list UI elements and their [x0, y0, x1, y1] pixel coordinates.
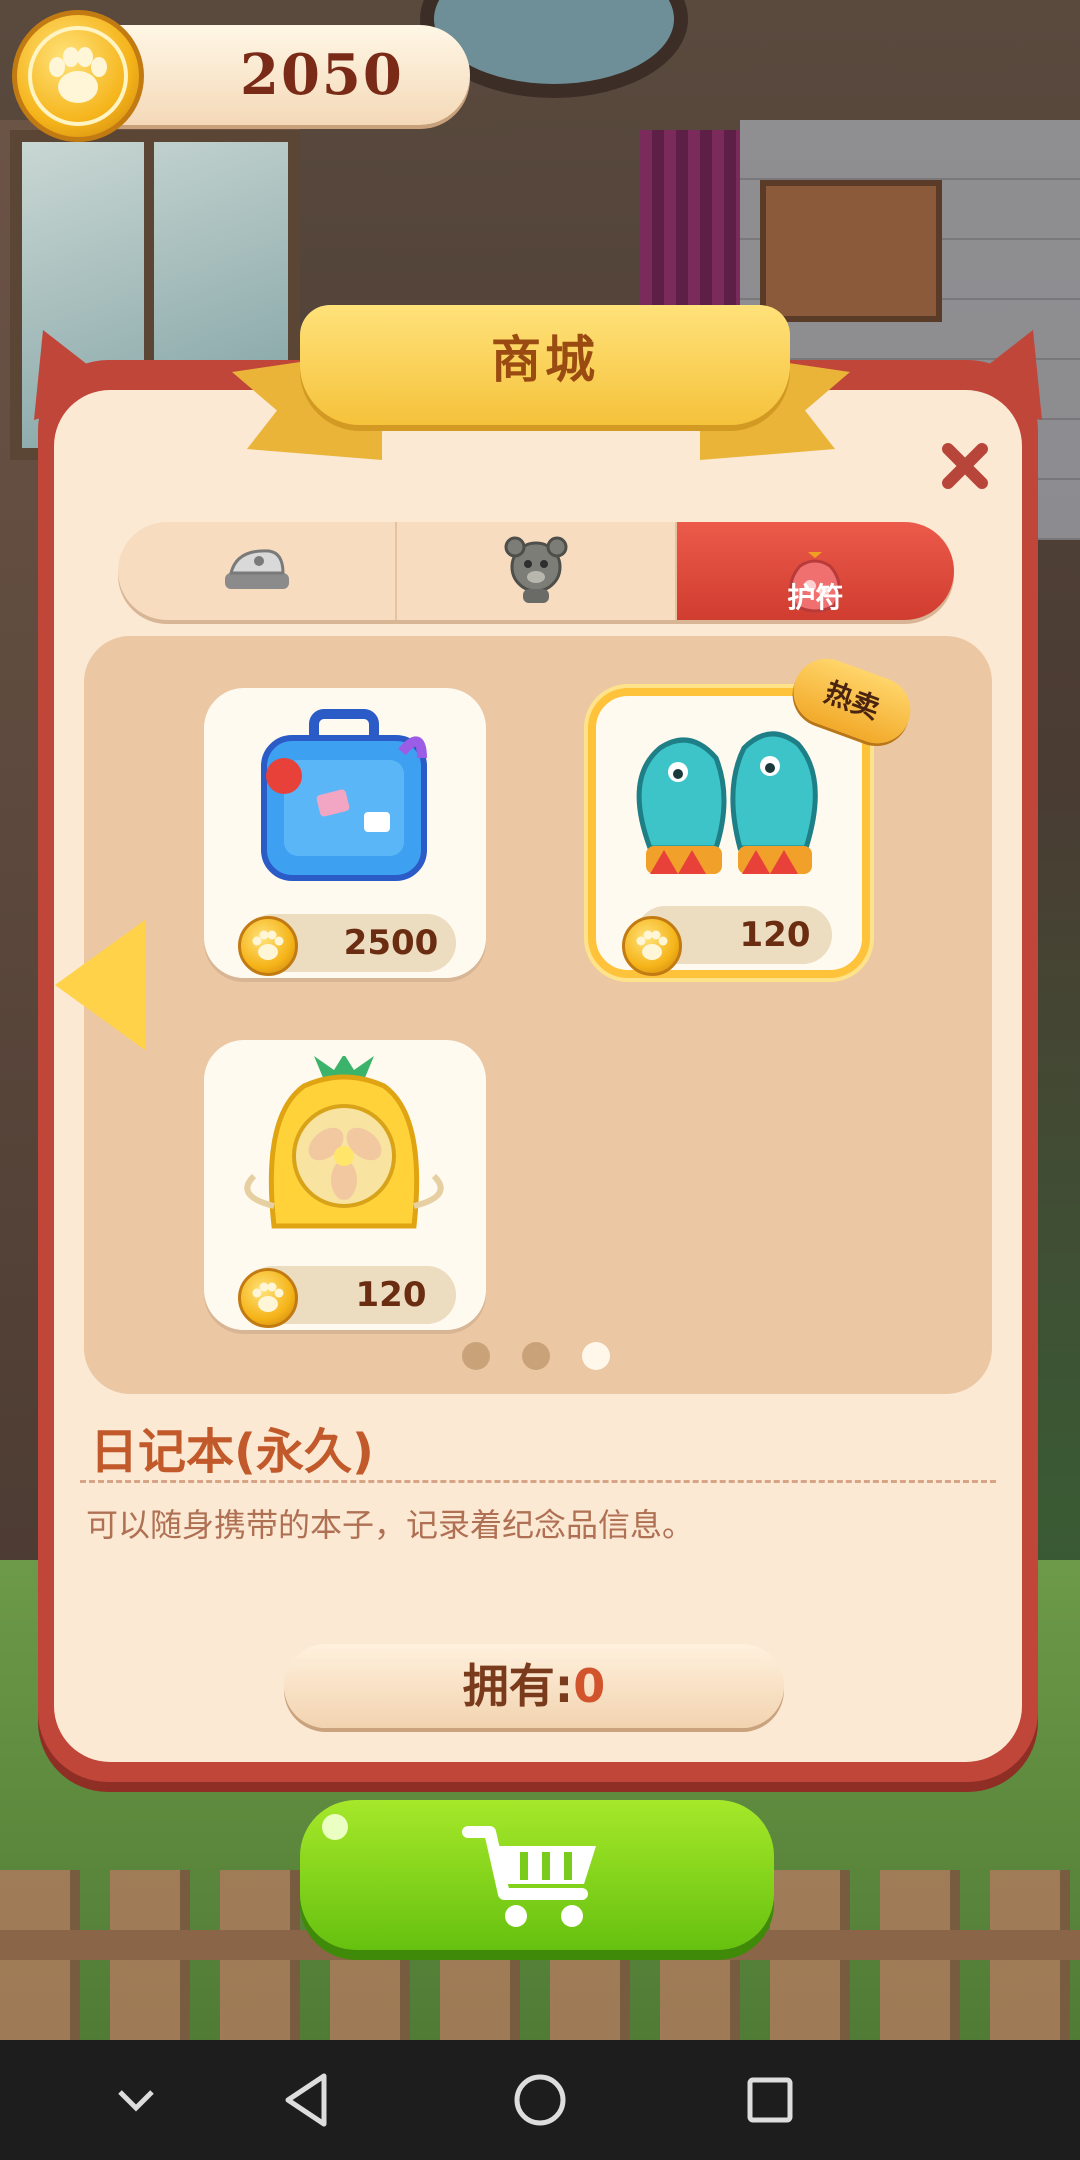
buy-button[interactable] — [300, 1800, 774, 1950]
back-icon[interactable] — [268, 2060, 348, 2140]
item-card-suitcase[interactable]: 2500 — [204, 688, 486, 978]
tab-charm[interactable]: 护符 — [676, 522, 954, 620]
chevron-down-icon[interactable] — [96, 2060, 176, 2140]
page-dot-active — [582, 1342, 610, 1370]
recent-apps-icon[interactable] — [730, 2060, 810, 2140]
item-name: 日记本(永久) — [90, 1424, 374, 1480]
tab-appliance[interactable] — [118, 522, 398, 620]
steam-iron-icon — [217, 539, 297, 603]
paw-coin-icon — [238, 1268, 298, 1328]
page-dot — [462, 1342, 490, 1370]
tab-charm-label: 护符 — [787, 581, 844, 614]
owned-value: 0 — [573, 1659, 606, 1713]
item-description: 可以随身携带的本子，记录着纪念品信息。 — [86, 1506, 695, 1544]
paw-coin-icon — [12, 10, 144, 142]
category-tabs: 护符 — [118, 522, 954, 620]
close-button[interactable] — [930, 430, 1000, 500]
coin-balance: 2050 — [240, 42, 404, 108]
curtain — [640, 130, 740, 310]
divider — [80, 1480, 996, 1483]
item-card-fan-backpack[interactable]: 120 — [204, 1040, 486, 1330]
title-ribbon: 商城 — [300, 305, 790, 425]
mittens-icon — [620, 708, 840, 892]
item-price: 2500 — [343, 923, 439, 963]
item-price: 120 — [355, 1275, 427, 1315]
suitcase-icon — [244, 708, 444, 892]
bear-toy-icon — [501, 531, 571, 611]
shop-title: 商城 — [491, 331, 599, 389]
owned-count: 拥有:0 — [284, 1644, 784, 1728]
page-indicator — [462, 1342, 622, 1372]
paw-coin-icon — [622, 916, 682, 976]
item-price: 120 — [739, 915, 811, 955]
pineapple-fan-icon — [234, 1054, 454, 1250]
page-dot — [522, 1342, 550, 1370]
item-card-mittens[interactable]: 120 — [588, 688, 870, 978]
owned-label: 拥有: — [462, 1659, 574, 1713]
tab-toy[interactable] — [397, 522, 677, 620]
wall-shelf — [760, 180, 942, 322]
system-navigation-bar — [0, 2040, 1080, 2160]
paw-coin-icon — [238, 916, 298, 976]
cart-icon — [460, 1822, 610, 1936]
home-icon[interactable] — [500, 2060, 580, 2140]
